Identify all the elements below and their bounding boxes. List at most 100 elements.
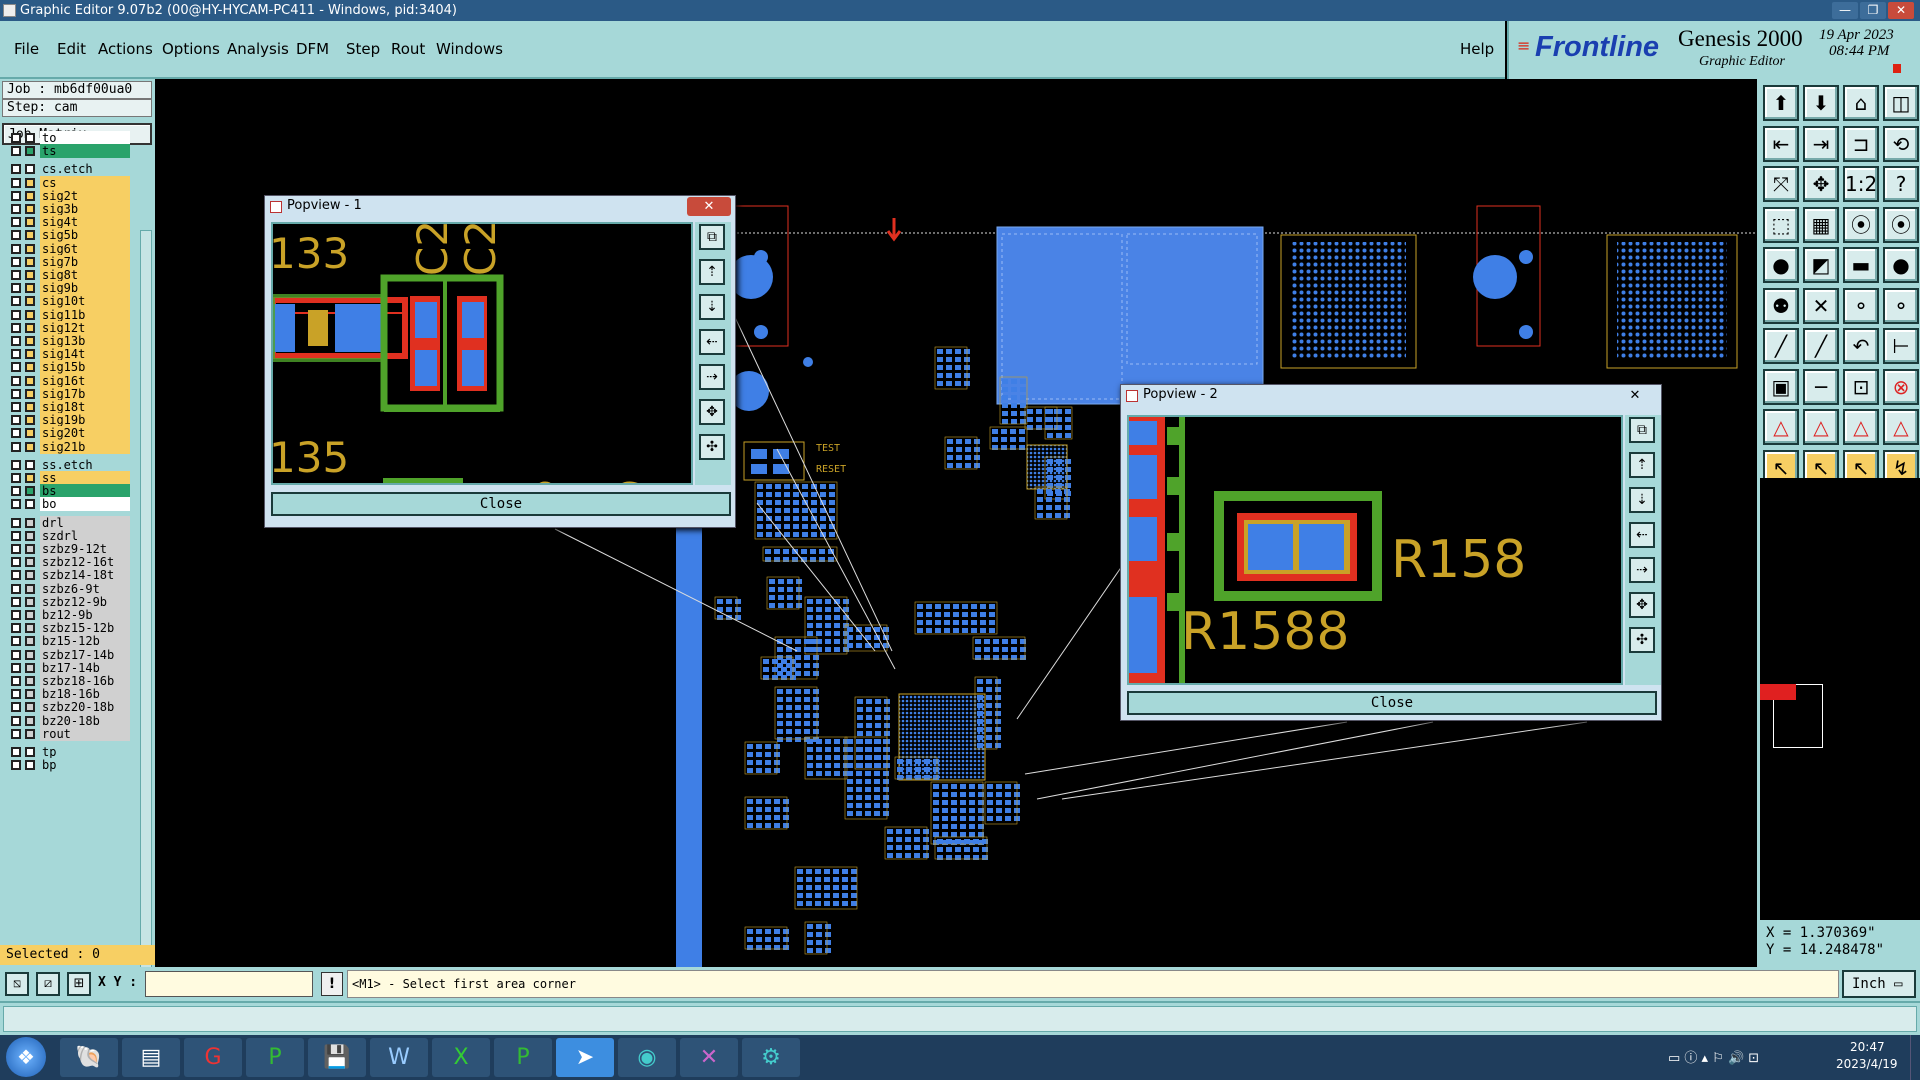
layer-row[interactable]: sig11b [8, 307, 130, 322]
mini-map[interactable] [1760, 478, 1920, 920]
taskbar-eye-icon[interactable]: ◉ [618, 1038, 676, 1077]
popview-2-close-button[interactable]: Close [1127, 691, 1657, 715]
maximize-button[interactable]: ❐ [1860, 2, 1886, 19]
layer-checkbox[interactable] [11, 322, 21, 333]
layer-row[interactable]: tp [8, 745, 130, 759]
taskbar-app-green2-icon[interactable]: P [494, 1038, 552, 1077]
layer-row[interactable]: szdrl [8, 528, 130, 543]
layer-row[interactable]: sig17b [8, 386, 130, 401]
layer-checkbox[interactable] [11, 596, 21, 607]
layer-row[interactable]: sig8t [8, 268, 130, 282]
minimize-button[interactable]: — [1832, 2, 1858, 19]
layer-row[interactable]: szbz20-18b [8, 700, 130, 715]
layer-row[interactable]: rout [8, 726, 130, 741]
layer-checkbox[interactable] [11, 583, 21, 594]
layer-row[interactable]: szbz6-9t [8, 581, 130, 596]
layer-checkbox[interactable] [11, 702, 21, 713]
layer-checkbox[interactable] [11, 530, 21, 541]
window-icon[interactable]: ◫ [1883, 85, 1919, 121]
layer-checkbox[interactable] [11, 636, 21, 647]
first-icon[interactable]: ⇤ [1763, 125, 1799, 162]
layer-checkbox[interactable] [11, 230, 21, 241]
popview-2-view[interactable]: R158 R1588 [1127, 415, 1623, 685]
layer-checkbox[interactable] [11, 146, 21, 157]
menu-analysis[interactable]: Analysis [227, 40, 289, 58]
layer-row[interactable]: sig20t [8, 426, 130, 441]
layer-checkbox[interactable] [11, 349, 21, 360]
layer-row[interactable]: sig13b [8, 334, 130, 348]
layer-row[interactable]: sig18t [8, 400, 130, 414]
layer-row[interactable]: bs [8, 484, 130, 499]
popview-1-pan-left-icon[interactable]: ⇠ [699, 329, 725, 355]
layer-row[interactable]: bz18-16b [8, 687, 130, 702]
popview-1-zoom-in-icon[interactable]: ⧉ [699, 224, 725, 250]
taskbar-word-icon[interactable]: W [370, 1038, 428, 1077]
circle-icon[interactable]: ● [1763, 247, 1799, 283]
layer-row[interactable]: sig16t [8, 373, 130, 388]
grid-icon[interactable]: ▦ [1803, 206, 1839, 243]
menu-dfm[interactable]: DFM [296, 40, 329, 58]
layer-checkbox[interactable] [11, 336, 21, 346]
layer-row[interactable]: sig4t [8, 215, 130, 230]
menu-step[interactable]: Step [346, 40, 380, 58]
layer-checkbox[interactable] [11, 164, 21, 175]
popview-2-zoom-out-icon[interactable]: ✥ [1629, 592, 1655, 618]
stack-icon[interactable]: ⊡ [1843, 368, 1879, 405]
start-button-icon[interactable]: ❖ [6, 1037, 46, 1077]
layer-row[interactable]: bz20-18b [8, 713, 130, 728]
units-select[interactable]: Inch ▭ [1842, 970, 1916, 998]
show-desktop-button[interactable] [1910, 1035, 1920, 1080]
layer-row[interactable]: sig19b [8, 413, 130, 428]
popview-1-fit-icon[interactable]: ✣ [699, 434, 725, 460]
popview-1-close-button[interactable]: Close [271, 492, 731, 516]
layer-row[interactable]: szbz12-9b [8, 594, 130, 609]
snap-grid-icon[interactable]: ⧅ [5, 972, 29, 996]
layer-row[interactable]: to [8, 131, 130, 145]
popview-2-zoom-in-icon[interactable]: ⧉ [1629, 417, 1655, 443]
taskbar-x-icon[interactable]: ✕ [680, 1038, 738, 1077]
slash-icon[interactable]: ╱ [1763, 328, 1799, 364]
popview-2-pan-left-icon[interactable]: ⇠ [1629, 522, 1655, 548]
triangle4-icon[interactable]: △ [1883, 409, 1919, 445]
layer-checkbox[interactable] [11, 544, 21, 554]
taskbar-save-icon[interactable]: 💾 [308, 1038, 366, 1077]
layer-checkbox[interactable] [11, 760, 21, 771]
popview-2-fit-icon[interactable]: ✣ [1629, 627, 1655, 653]
unit-icon[interactable]: ⊐ [1843, 125, 1879, 162]
layer-checkbox[interactable] [11, 428, 21, 439]
menu-file[interactable]: File [14, 40, 39, 58]
layer-checkbox[interactable] [11, 623, 21, 634]
point-icon[interactable]: ⚬ [1843, 287, 1879, 324]
last-icon[interactable]: ⇥ [1803, 125, 1839, 162]
menu-help[interactable]: Help [1460, 40, 1494, 58]
menu-rout[interactable]: Rout [391, 40, 425, 58]
layer-row[interactable]: szbz12-16t [8, 555, 130, 570]
layer-checkbox[interactable] [11, 747, 21, 757]
layer-row[interactable]: bz12-9b [8, 608, 130, 622]
menu-windows[interactable]: Windows [436, 40, 503, 58]
close-window-button[interactable]: ✕ [1888, 2, 1914, 19]
layer-checkbox[interactable] [11, 649, 21, 660]
layer-checkbox[interactable] [11, 557, 21, 568]
layer-checkbox[interactable] [11, 415, 21, 426]
popview-2-pan-right-icon[interactable]: ⇢ [1629, 557, 1655, 583]
layer-up-icon[interactable]: ⬆ [1763, 85, 1799, 121]
layer-row[interactable]: bz17-14b [8, 660, 130, 675]
layer-checkbox[interactable] [11, 570, 21, 581]
rotate-icon[interactable]: ↶ [1843, 328, 1879, 364]
layer-checkbox[interactable] [11, 296, 21, 307]
layer-row[interactable]: drl [8, 515, 130, 530]
snap-intersect-icon[interactable]: ⊞ [67, 972, 91, 996]
layer-checkbox[interactable] [11, 517, 21, 528]
taskbar-notepad-icon[interactable]: ▤ [122, 1038, 180, 1077]
cut-icon[interactable]: ✕ [1803, 287, 1839, 324]
pad2-icon[interactable]: ⦿ [1883, 206, 1919, 243]
layer-checkbox[interactable] [11, 375, 21, 386]
layer-checkbox[interactable] [11, 486, 21, 497]
layer-checkbox[interactable] [11, 610, 21, 620]
scale-icon[interactable]: 1:2 [1843, 166, 1879, 202]
triangle3-icon[interactable]: △ [1843, 409, 1879, 445]
layer-row[interactable]: sig10t [8, 294, 130, 309]
pad-icon[interactable]: ⦿ [1843, 206, 1879, 243]
layer-checkbox[interactable] [11, 689, 21, 700]
